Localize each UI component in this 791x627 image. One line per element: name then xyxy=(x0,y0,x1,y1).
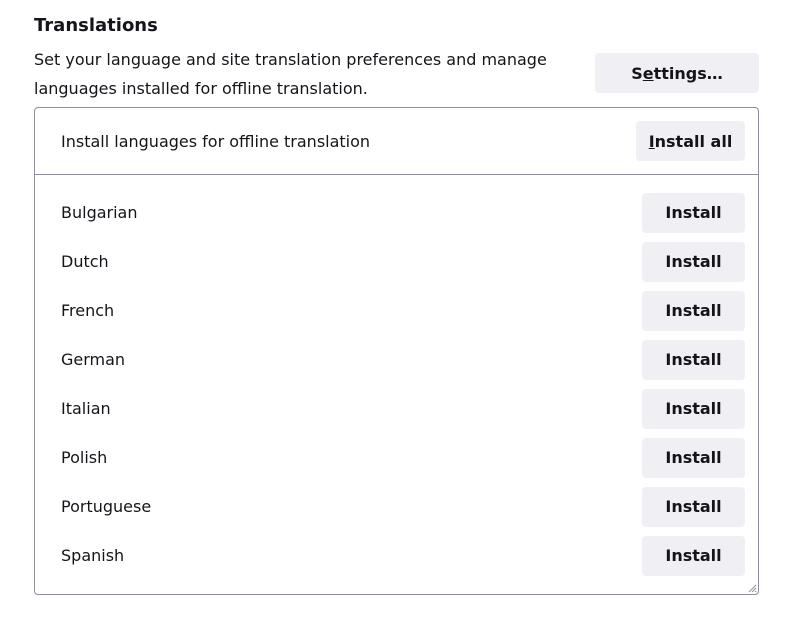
install-all-label: nstall all xyxy=(654,131,733,151)
language-name: Polish xyxy=(61,448,108,467)
section-title: Translations xyxy=(34,15,158,36)
offline-languages-header: Install languages for offline translatio… xyxy=(35,108,758,175)
language-name: Bulgarian xyxy=(61,203,138,222)
settings-button[interactable]: Settings… xyxy=(595,53,759,93)
language-row: Italian Install xyxy=(35,384,758,433)
install-dutch-button[interactable]: Install xyxy=(642,241,745,282)
install-italian-button[interactable]: Install xyxy=(642,388,745,429)
language-row: Portuguese Install xyxy=(35,482,758,531)
language-row: Spanish Install xyxy=(35,531,758,580)
language-name: French xyxy=(61,301,115,320)
install-bulgarian-button[interactable]: Install xyxy=(642,192,745,233)
install-french-button[interactable]: Install xyxy=(642,290,745,331)
language-list: Bulgarian Install Dutch Install French I… xyxy=(35,175,758,580)
language-row: French Install xyxy=(35,286,758,335)
install-polish-button[interactable]: Install xyxy=(642,437,745,478)
language-name: Dutch xyxy=(61,252,109,271)
offline-languages-box: Install languages for offline translatio… xyxy=(34,107,759,595)
language-row: German Install xyxy=(35,335,758,384)
language-name: Italian xyxy=(61,399,111,418)
settings-label-post: ttings… xyxy=(653,63,723,83)
settings-label-accesskey: e xyxy=(642,63,654,83)
language-row: Dutch Install xyxy=(35,237,758,286)
language-row: Polish Install xyxy=(35,433,758,482)
language-name: German xyxy=(61,350,126,369)
install-spanish-button[interactable]: Install xyxy=(642,535,745,576)
language-row: Bulgarian Install xyxy=(35,188,758,237)
language-name: Portuguese xyxy=(61,497,152,516)
install-all-button[interactable]: Install all xyxy=(636,121,745,161)
offline-languages-label: Install languages for offline translatio… xyxy=(61,131,371,151)
settings-label-pre: S xyxy=(631,63,643,83)
install-german-button[interactable]: Install xyxy=(642,339,745,380)
section-description: Set your language and site translation p… xyxy=(34,50,547,98)
resize-grip-icon[interactable] xyxy=(747,583,757,593)
language-name: Spanish xyxy=(61,546,125,565)
install-portuguese-button[interactable]: Install xyxy=(642,486,745,527)
